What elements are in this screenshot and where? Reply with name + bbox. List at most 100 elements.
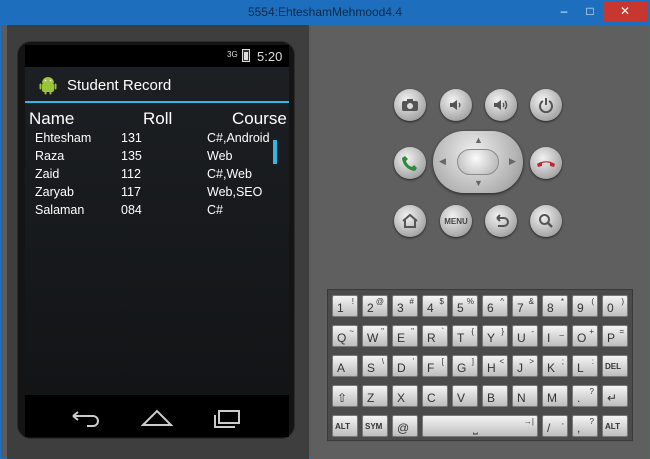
back-icon[interactable] (65, 403, 105, 429)
table-row[interactable]: Ehtesham 131 C#,Android (25, 131, 289, 149)
key-z[interactable]: Z (362, 385, 388, 407)
dpad-center-button[interactable] (457, 149, 499, 175)
key-alt-right[interactable]: ALT (602, 415, 628, 437)
key-6[interactable]: 6 ^ (482, 295, 508, 317)
volume-down-button[interactable] (440, 89, 472, 121)
android-logo-icon (39, 77, 57, 95)
key-shift[interactable]: ⇧ (332, 385, 358, 407)
power-button[interactable] (530, 89, 562, 121)
dpad[interactable]: ▲ ▼ ◀ ▶ (433, 131, 523, 193)
end-call-button[interactable] (530, 147, 562, 179)
key-w[interactable]: W " (362, 325, 388, 347)
key-8[interactable]: 8 * (542, 295, 568, 317)
table-row[interactable]: Salaman 084 C# (25, 203, 289, 221)
key-a[interactable]: A (332, 355, 358, 377)
cell-course: C#,Web (207, 167, 252, 181)
maximize-button[interactable]: □ (577, 1, 603, 21)
key-sym[interactable]: SYM (362, 415, 388, 437)
device-screen[interactable]: 3G 5:20 Student Record Name Roll Course … (25, 45, 289, 395)
key-b[interactable]: B (482, 385, 508, 407)
end-call-icon (537, 161, 555, 167)
cell-name: Zaid (35, 167, 60, 181)
key-slash[interactable]: /, (542, 415, 568, 437)
home-icon (402, 213, 418, 228)
call-icon (402, 156, 417, 171)
key-3[interactable]: 3 # (392, 295, 418, 317)
key-y[interactable]: Y} (482, 325, 508, 347)
key-g[interactable]: G] (452, 355, 478, 377)
key-5[interactable]: 5% (452, 295, 478, 317)
key-alt-left[interactable]: ALT (332, 415, 358, 437)
table-row[interactable]: Zaid 112 C#,Web (25, 167, 289, 185)
key-0[interactable]: 0) (602, 295, 628, 317)
header-name: Name (29, 109, 75, 128)
key-p[interactable]: P = (602, 325, 628, 347)
key-comma[interactable]: ,? (572, 415, 598, 437)
minimize-button[interactable]: – (551, 1, 577, 21)
key-o[interactable]: O + (572, 325, 598, 347)
cell-name: Zaryab (35, 185, 74, 199)
scrollbar[interactable] (273, 140, 277, 164)
key-1[interactable]: 1! (332, 295, 358, 317)
key-9[interactable]: 9( (572, 295, 598, 317)
cell-course: Web,SEO (207, 185, 263, 199)
cell-course: C#,Android (207, 131, 270, 145)
table-row[interactable]: Raza 135 Web (25, 149, 289, 167)
key-c[interactable]: C (422, 385, 448, 407)
key-i[interactable]: I _ (542, 325, 568, 347)
camera-icon (402, 99, 418, 111)
search-button[interactable] (530, 205, 562, 237)
key-space[interactable]: ⎵ →| (422, 415, 538, 437)
key-k[interactable]: K; (542, 355, 568, 377)
key-u[interactable]: U- (512, 325, 538, 347)
header-course: Course (232, 109, 287, 128)
key-r[interactable]: R ` (422, 325, 448, 347)
table-row[interactable]: Zaryab 117 Web,SEO (25, 185, 289, 203)
key-at[interactable]: @ (392, 415, 418, 437)
app-title: Student Record (67, 77, 172, 94)
key-j[interactable]: J > (512, 355, 538, 377)
title-bar: 5554:EhteshamMehmood4.4 – □ ✕ (1, 1, 649, 25)
key-m[interactable]: M (542, 385, 568, 407)
dpad-down-icon[interactable]: ▼ (474, 178, 483, 188)
volume-up-icon (494, 100, 508, 110)
camera-button[interactable] (394, 89, 426, 121)
key-x[interactable]: X (392, 385, 418, 407)
header-roll: Roll (143, 109, 173, 128)
cell-roll: 117 (121, 185, 141, 199)
signal-icon: 3G (227, 50, 238, 59)
key-d[interactable]: D ' (392, 355, 418, 377)
battery-icon (242, 49, 250, 62)
key-e[interactable]: E " (392, 325, 418, 347)
key-4[interactable]: 4 $ (422, 295, 448, 317)
home-button[interactable] (394, 205, 426, 237)
recent-apps-icon[interactable] (207, 403, 247, 429)
key-s[interactable]: S \ (362, 355, 388, 377)
key-n[interactable]: N (512, 385, 538, 407)
dpad-up-icon[interactable]: ▲ (474, 135, 483, 145)
cell-roll: 112 (121, 167, 141, 181)
call-button[interactable] (394, 147, 426, 179)
dpad-right-icon[interactable]: ▶ (509, 156, 516, 167)
home-icon[interactable] (137, 403, 177, 429)
key-enter[interactable]: ↵ (602, 385, 628, 407)
menu-button[interactable]: MENU (440, 205, 472, 237)
key-f[interactable]: F[ (422, 355, 448, 377)
key-h[interactable]: H < (482, 355, 508, 377)
hardware-keyboard: 1! 2 @ 3 # 4 $ 5% 6 ^ 7 & 8 * 9( 0) Q ~ W " E " R… (327, 289, 633, 441)
key-q[interactable]: Q ~ (332, 325, 358, 347)
key-v[interactable]: V (452, 385, 478, 407)
key-7[interactable]: 7 & (512, 295, 538, 317)
cell-course: Web (207, 149, 233, 163)
close-button[interactable]: ✕ (603, 1, 647, 21)
back-button[interactable] (485, 205, 517, 237)
key-del[interactable]: DEL (602, 355, 628, 377)
key-period[interactable]: .? (572, 385, 598, 407)
volume-up-button[interactable] (485, 89, 517, 121)
emulator-window: 5554:EhteshamMehmood4.4 – □ ✕ 3G 5:20 St… (0, 0, 650, 459)
key-2[interactable]: 2 @ (362, 295, 388, 317)
key-t[interactable]: T{ (452, 325, 478, 347)
key-l[interactable]: L: (572, 355, 598, 377)
search-icon (539, 214, 553, 228)
dpad-left-icon[interactable]: ◀ (439, 156, 446, 167)
